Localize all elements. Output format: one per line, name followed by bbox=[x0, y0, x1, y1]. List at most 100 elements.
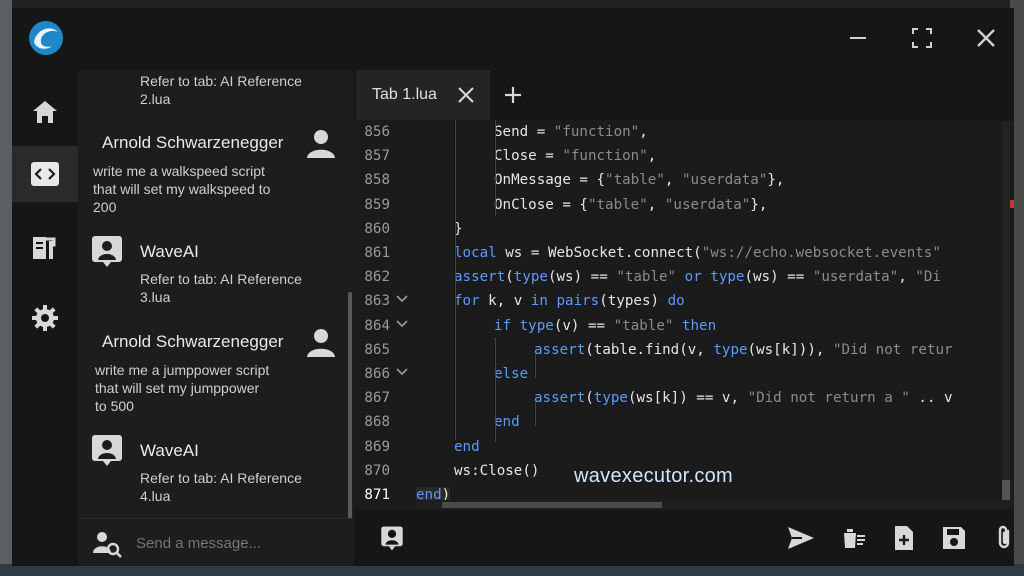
backdrop bbox=[0, 0, 12, 576]
save-button[interactable] bbox=[940, 524, 968, 552]
execute-button[interactable] bbox=[786, 524, 820, 552]
user-avatar-icon bbox=[304, 126, 338, 160]
user-message-text: write me a walkspeed script that will se… bbox=[93, 163, 271, 215]
fold-chevron-icon[interactable] bbox=[396, 319, 408, 332]
line-number: 865 bbox=[364, 341, 390, 358]
line-number: 869 bbox=[364, 438, 390, 455]
minimize-icon bbox=[850, 37, 866, 39]
user-message-text: write me a jumppower script that will se… bbox=[95, 362, 270, 414]
line-number: 861 bbox=[364, 245, 390, 261]
indent-guide bbox=[535, 402, 536, 426]
code-line[interactable]: OnMessage = {"table", "userdata"}, bbox=[494, 172, 784, 188]
ai-avatar-icon bbox=[90, 234, 124, 268]
line-number: 870 bbox=[364, 462, 390, 479]
user-name: Arnold Schwarzenegger bbox=[102, 133, 284, 152]
line-number: 868 bbox=[364, 414, 390, 431]
code-line[interactable]: assert(table.find(v, type(ws[k])), "Did … bbox=[534, 342, 953, 358]
code-line[interactable]: end bbox=[454, 439, 480, 455]
ai-chat-panel: Refer to tab: AI Reference 2.lua Arnold … bbox=[78, 70, 354, 566]
close-icon bbox=[977, 29, 995, 47]
line-number: 864 bbox=[364, 317, 390, 334]
line-number-gutter: 856 857 858 859 860 861 862 863 864 865 866 867 868 8… bbox=[354, 120, 416, 510]
nav-item-settings[interactable] bbox=[12, 290, 78, 346]
script-hub-icon bbox=[33, 237, 56, 259]
nav-item-editor[interactable] bbox=[12, 146, 78, 202]
attach-icon bbox=[998, 525, 1010, 549]
line-number: 859 bbox=[364, 196, 390, 213]
sidebar-nav bbox=[12, 70, 78, 566]
user-name: Arnold Schwarzenegger bbox=[102, 332, 284, 351]
code-line[interactable]: ws:Close() bbox=[454, 463, 539, 479]
code-line[interactable]: if type(v) == "table" then bbox=[494, 318, 716, 334]
line-number: 867 bbox=[364, 390, 390, 407]
line-number: 866 bbox=[364, 366, 390, 382]
user-avatar-icon bbox=[304, 325, 338, 359]
line-number: 862 bbox=[364, 269, 390, 286]
attach-button[interactable] bbox=[990, 524, 1014, 552]
plus-icon bbox=[505, 87, 521, 103]
tab-label: Tab 1.lua bbox=[372, 86, 437, 103]
fold-chevron-icon[interactable] bbox=[396, 294, 408, 307]
maximize-icon bbox=[912, 28, 932, 48]
home-icon bbox=[33, 101, 57, 123]
clear-icon bbox=[844, 529, 865, 548]
line-number: 856 bbox=[364, 124, 390, 140]
horizontal-scroll-thumb[interactable] bbox=[442, 502, 662, 508]
code-icon bbox=[31, 162, 59, 186]
nav-item-home[interactable] bbox=[12, 84, 78, 140]
ai-name: WaveAI bbox=[140, 242, 199, 261]
ai-avatar-icon bbox=[90, 433, 124, 467]
nav-item-scripts[interactable] bbox=[12, 220, 78, 276]
code-line[interactable]: else bbox=[494, 366, 528, 382]
ai-message-text: Refer to tab: AI Reference 2.lua bbox=[140, 73, 302, 107]
title-bar[interactable] bbox=[12, 8, 1014, 70]
ai-search-icon bbox=[92, 529, 122, 559]
line-number: 863 bbox=[364, 293, 390, 310]
watermark: wavexecutor.com bbox=[574, 465, 734, 487]
chat-message-input[interactable] bbox=[136, 533, 336, 553]
code-line[interactable]: end bbox=[494, 414, 520, 430]
indent-guide bbox=[495, 120, 496, 216]
clear-button[interactable] bbox=[840, 524, 868, 552]
close-button[interactable] bbox=[970, 22, 1002, 54]
tab-close-button[interactable] bbox=[456, 85, 476, 105]
ai-chat-icon bbox=[381, 526, 403, 551]
ai-chat-toggle-button[interactable] bbox=[378, 524, 406, 552]
chat-message-list[interactable]: Refer to tab: AI Reference 2.lua Arnold … bbox=[78, 70, 354, 518]
code-editor-panel: Tab 1.lua 856 857 858 859 860 861 862 863 864 865… bbox=[354, 70, 1014, 566]
indent-guide bbox=[535, 354, 536, 378]
line-number: 860 bbox=[364, 220, 390, 237]
open-file-icon bbox=[895, 526, 913, 550]
minimize-button[interactable] bbox=[842, 22, 874, 54]
save-icon bbox=[943, 527, 965, 549]
vertical-scrollbar[interactable] bbox=[1002, 122, 1010, 502]
fold-chevron-icon[interactable] bbox=[396, 367, 408, 380]
code-line[interactable]: Close = "function", bbox=[494, 148, 656, 164]
chat-input-bar bbox=[78, 518, 354, 566]
code-line[interactable]: assert(type(ws) == "table" or type(ws) =… bbox=[454, 269, 941, 285]
execute-icon bbox=[788, 527, 814, 549]
line-number: 857 bbox=[364, 148, 390, 165]
indent-guide bbox=[495, 338, 496, 442]
tab-editor[interactable]: Tab 1.lua bbox=[356, 70, 490, 120]
chat-scrollbar[interactable] bbox=[348, 292, 352, 520]
code-line[interactable]: for k, v in pairs(types) do bbox=[454, 293, 685, 309]
editor-toolbar bbox=[354, 510, 1014, 566]
gear-icon bbox=[32, 305, 58, 331]
open-file-button[interactable] bbox=[890, 524, 918, 552]
code-line[interactable]: OnClose = {"table", "userdata"}, bbox=[494, 197, 767, 213]
code-line[interactable]: assert(type(ws[k]) == v, "Did not return… bbox=[534, 390, 953, 406]
line-number: 858 bbox=[364, 172, 390, 189]
vertical-scroll-thumb[interactable] bbox=[1002, 480, 1010, 502]
ai-message-text: Refer to tab: AI Reference 3.lua bbox=[140, 271, 302, 305]
wave-logo-icon bbox=[28, 20, 64, 56]
add-tab-button[interactable] bbox=[502, 84, 524, 106]
maximize-button[interactable] bbox=[906, 22, 938, 54]
app-window: Refer to tab: AI Reference 2.lua Arnold … bbox=[12, 8, 1014, 566]
tab-bar: Tab 1.lua bbox=[354, 70, 1014, 120]
code-line[interactable]: local ws = WebSocket.connect("ws://echo.… bbox=[454, 245, 941, 261]
scroll-marker bbox=[1010, 200, 1014, 208]
code-line[interactable]: Send = "function", bbox=[494, 124, 648, 140]
ai-name: WaveAI bbox=[140, 441, 199, 460]
code-area[interactable]: 856 857 858 859 860 861 862 863 864 865 866 867 868 8… bbox=[354, 120, 1014, 510]
